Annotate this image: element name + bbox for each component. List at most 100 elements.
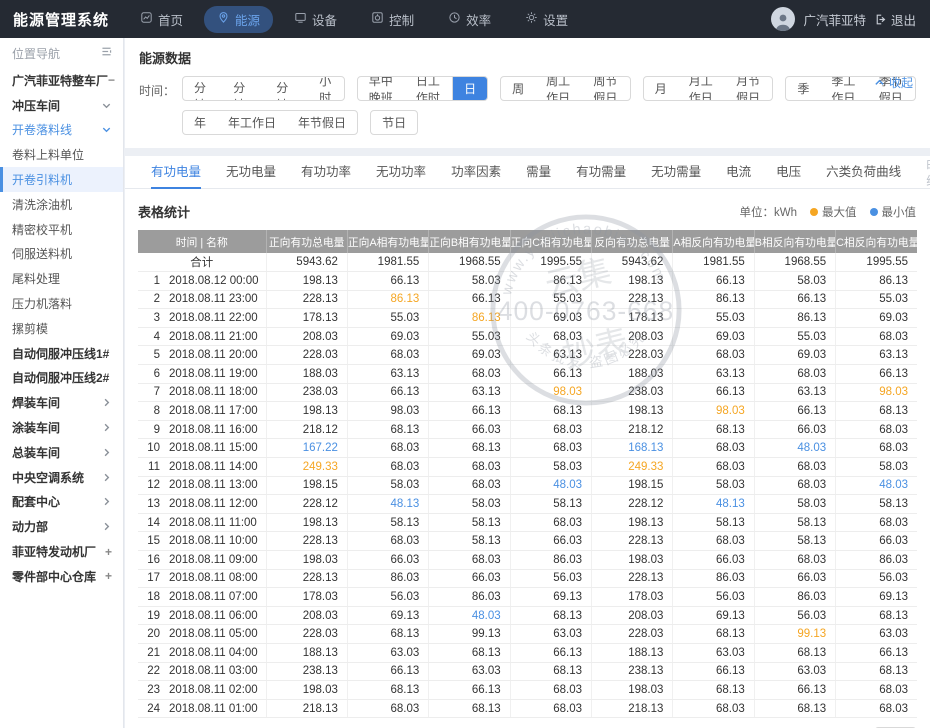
sidebar-item-清洗涂油机[interactable]: 清洗涂油机 (0, 192, 123, 217)
value-cell: 58.13 (510, 495, 591, 514)
sidebar-item-总装车间[interactable]: 总装车间 (0, 440, 123, 465)
filter-option-15分钟[interactable]: 15分钟 (222, 77, 265, 100)
filter-option-年节假日[interactable]: 年节假日 (287, 111, 357, 134)
sidebar-item-自动伺服冲压线2#[interactable]: 自动伺服冲压线2# (0, 366, 123, 391)
value-cell: 66.13 (347, 662, 428, 681)
row-index: 5 (145, 349, 160, 361)
tab-电流[interactable]: 电流 (726, 156, 751, 189)
value-cell: 69.13 (836, 588, 917, 607)
value-cell-min: 48.13 (673, 495, 754, 514)
legend-max: 最大值 (810, 204, 857, 220)
sidebar-item-自动伺服冲压线1#[interactable]: 自动伺服冲压线1# (0, 341, 123, 366)
value-cell: 68.03 (510, 681, 591, 700)
value-cell: 86.03 (429, 588, 510, 607)
tab-有功需量[interactable]: 有功需量 (576, 156, 626, 189)
filter-option-周工作日[interactable]: 周工作日 (535, 77, 582, 100)
sidebar-item-冲压车间[interactable]: 冲压车间 (0, 93, 123, 118)
tab-需量[interactable]: 需量 (526, 156, 551, 189)
view-curve-button[interactable]: 曲线 (926, 155, 930, 189)
value-cell: 63.13 (347, 365, 428, 384)
row-time: 2018.08.11 08:00 (169, 572, 258, 584)
filter-option-年工作日[interactable]: 年工作日 (217, 111, 287, 134)
nav-item-设备[interactable]: 设备 (281, 6, 350, 33)
filter-option-30分钟[interactable]: 30分钟 (265, 77, 308, 100)
control-icon (371, 11, 384, 27)
value-cell: 63.03 (347, 643, 428, 662)
filter-option-月节假日[interactable]: 月节假日 (725, 77, 772, 100)
collapse-filters-link[interactable]: 收起 (874, 74, 913, 91)
sidebar-item-中央空调系统[interactable]: 中央空调系统 (0, 465, 123, 490)
value-cell: 228.12 (266, 495, 347, 514)
sidebar-item-卷料上料单位[interactable]: 卷料上料单位 (0, 142, 123, 167)
filter-option-周节假日[interactable]: 周节假日 (582, 77, 629, 100)
sidebar-item-压力机落料[interactable]: 压力机落料 (0, 291, 123, 316)
tab-六类负荷曲线[interactable]: 六类负荷曲线 (826, 156, 901, 189)
row-time: 2018.08.11 04:00 (169, 647, 258, 659)
chevron-right-icon (101, 472, 112, 483)
time-cell: 82018.08.11 17:00 (138, 402, 266, 421)
value-cell-max: 86.13 (347, 290, 428, 309)
filter-option-月[interactable]: 月 (644, 77, 678, 100)
value-cell: 238.13 (592, 662, 673, 681)
sidebar-item-焊装车间[interactable]: 焊装车间 (0, 390, 123, 415)
filter-option-小时[interactable]: 小时 (308, 77, 343, 100)
sidebar-item-广汽菲亚特整车厂[interactable]: 广汽菲亚特整车厂− (0, 68, 123, 93)
nav-item-效率[interactable]: 效率 (435, 6, 504, 33)
column-header: 正向A相有功电量 (347, 230, 428, 253)
total-value: 1968.55 (429, 253, 510, 272)
filter-option-季工作日[interactable]: 季工作日 (820, 77, 867, 100)
logout-label: 退出 (891, 10, 916, 29)
sidebar-item-精密校平机[interactable]: 精密校平机 (0, 217, 123, 242)
filter-option-年[interactable]: 年 (183, 111, 217, 134)
value-cell: 218.12 (592, 420, 673, 439)
row-index: 19 (145, 610, 160, 622)
sidebar-item-开卷落料线[interactable]: 开卷落料线 (0, 118, 123, 143)
avatar[interactable] (771, 7, 795, 31)
filter-option-季[interactable]: 季 (786, 77, 820, 100)
sidebar-item-配套中心[interactable]: 配套中心 (0, 490, 123, 515)
row-time: 2018.08.11 12:00 (169, 498, 258, 510)
value-cell: 66.13 (510, 643, 591, 662)
tab-无功需量[interactable]: 无功需量 (651, 156, 701, 189)
logout-button[interactable]: 退出 (874, 10, 916, 29)
value-cell: 58.03 (510, 458, 591, 477)
sidebar-item-伺服送料机[interactable]: 伺服送料机 (0, 242, 123, 267)
sidebar-item-尾料处理[interactable]: 尾料处理 (0, 266, 123, 291)
nav-item-设置[interactable]: 设置 (512, 6, 581, 33)
sidebar-item-开卷引料机[interactable]: 开卷引料机 (0, 167, 123, 192)
value-cell: 68.13 (836, 606, 917, 625)
time-cell: 202018.08.11 05:00 (138, 625, 266, 644)
tab-有功功率[interactable]: 有功功率 (301, 156, 351, 189)
sidebar-item-动力部[interactable]: 动力部 (0, 514, 123, 539)
filter-option-5分钟[interactable]: 5分钟 (183, 77, 222, 100)
tab-无功功率[interactable]: 无功功率 (376, 156, 426, 189)
filter-option-日[interactable]: 日 (452, 77, 487, 100)
tab-无功电量[interactable]: 无功电量 (226, 156, 276, 189)
filter-option-周[interactable]: 周 (501, 77, 535, 100)
sidebar-item-菲亚特发动机厂[interactable]: 菲亚特发动机厂+ (0, 539, 123, 564)
device-icon (294, 11, 307, 27)
value-cell: 68.13 (673, 625, 754, 644)
value-cell: 56.03 (673, 588, 754, 607)
tab-电压[interactable]: 电压 (776, 156, 801, 189)
value-cell: 66.13 (347, 383, 428, 402)
tab-功率因素[interactable]: 功率因素 (451, 156, 501, 189)
filter-option-日工作时[interactable]: 日工作时 (405, 77, 452, 100)
sidebar-collapse-icon[interactable] (100, 45, 113, 61)
filter-option-节日[interactable]: 节日 (371, 111, 417, 134)
sidebar-item-摞剪模[interactable]: 摞剪模 (0, 316, 123, 341)
table-row: 142018.08.11 11:00198.1358.1358.1368.031… (138, 513, 917, 532)
row-time: 2018.08.11 23:00 (169, 293, 258, 305)
filter-option-早中晚班[interactable]: 早中晚班 (358, 77, 405, 100)
value-cell: 55.03 (510, 290, 591, 309)
nav-item-控制[interactable]: 控制 (358, 6, 427, 33)
tab-有功电量[interactable]: 有功电量 (151, 156, 201, 189)
min-dot-icon (870, 208, 878, 216)
value-cell: 86.03 (347, 569, 428, 588)
table-row: 52018.08.11 20:00228.0368.0369.0363.1322… (138, 346, 917, 365)
nav-item-首页[interactable]: 首页 (127, 6, 196, 33)
filter-option-月工作日[interactable]: 月工作日 (678, 77, 725, 100)
sidebar-item-涂装车间[interactable]: 涂装车间 (0, 415, 123, 440)
nav-item-能源[interactable]: 能源 (204, 6, 273, 33)
sidebar-item-零件部中心仓库[interactable]: 零件部中心仓库+ (0, 564, 123, 589)
